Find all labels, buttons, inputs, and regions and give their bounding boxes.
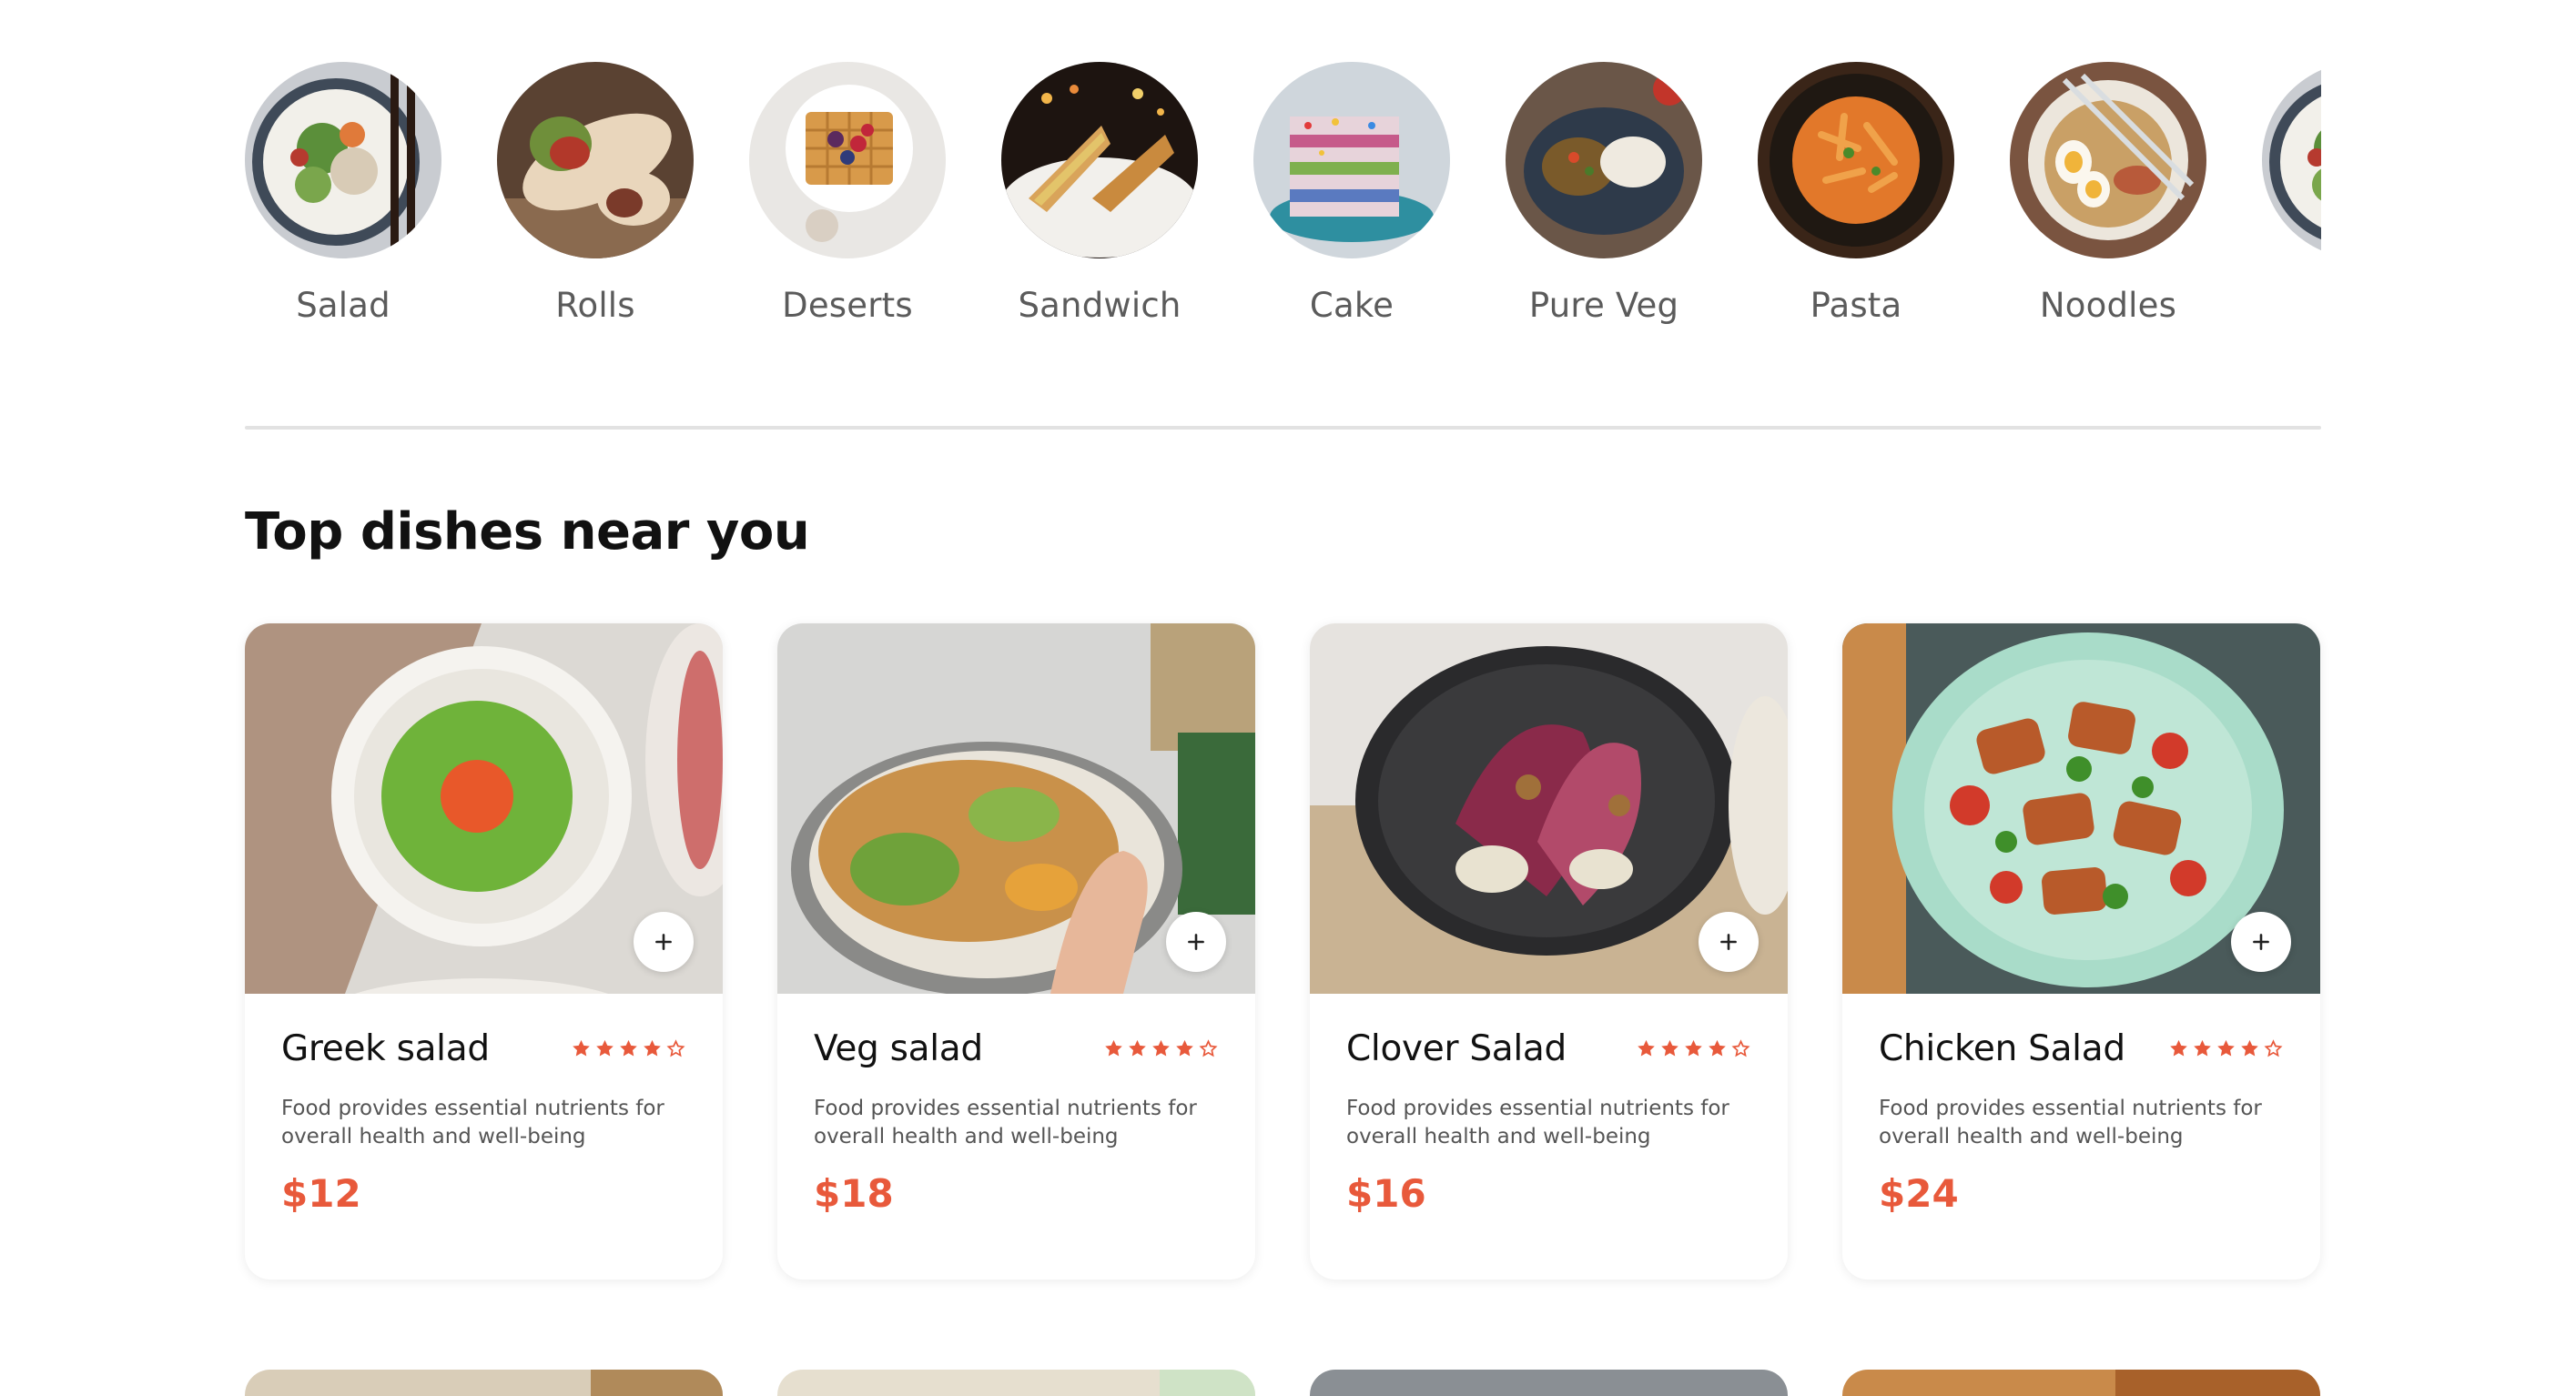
category-label: Rolls [555, 286, 635, 325]
add-to-cart-button[interactable] [634, 912, 694, 972]
star-filled-icon [1152, 1039, 1170, 1057]
greek-salad-image [245, 623, 723, 994]
category-cake[interactable]: Cake [1253, 62, 1450, 353]
category-pasta[interactable]: Pasta [1758, 62, 1954, 353]
category-label: Noodles [2039, 286, 2177, 325]
dish-description: Food provides essential nutrients for ov… [814, 1097, 1197, 1148]
star-filled-icon [1638, 1039, 1655, 1057]
dish-card-partial[interactable] [1310, 1370, 1788, 1396]
veg-plate-image [1506, 62, 1702, 258]
category-label: Sandwich [1018, 286, 1182, 325]
star-outline-icon [666, 1039, 685, 1057]
star-filled-icon [2217, 1039, 2235, 1057]
noodles-image [2010, 62, 2206, 258]
plus-icon [1188, 934, 1204, 950]
add-to-cart-button[interactable] [2231, 912, 2291, 972]
rating-stars [1636, 1038, 1751, 1059]
waffle-image [749, 62, 946, 258]
star-filled-icon [644, 1039, 661, 1057]
category-label: Pure Veg [1528, 286, 1679, 325]
star-filled-icon [1176, 1039, 1193, 1057]
star-filled-icon [596, 1039, 614, 1057]
dish-card-partial[interactable] [777, 1370, 1255, 1396]
sandwich-image [1001, 62, 1198, 258]
dish-price: $24 [1879, 1171, 1959, 1216]
dish-name: Clover Salad [1346, 1028, 1567, 1069]
category-label: Cake [1309, 286, 1394, 325]
plus-icon [1720, 934, 1737, 950]
dish-name: Chicken Salad [1879, 1028, 2125, 1069]
category-label: Salad [296, 286, 390, 325]
category-label: Pasta [1810, 286, 1902, 325]
category-strip[interactable]: Salad Rolls Deserts Sandwich Cake Pure V… [245, 62, 2321, 353]
category-noodles[interactable]: Noodles [2010, 62, 2206, 353]
category-label: Deserts [782, 286, 913, 325]
dish-name: Veg salad [814, 1028, 983, 1069]
star-filled-icon [1685, 1039, 1702, 1057]
category-sandwich[interactable]: Sandwich [1001, 62, 1198, 353]
dish-card[interactable]: Chicken Salad Food provides essential nu… [1842, 623, 2320, 1280]
star-filled-icon [2194, 1039, 2211, 1057]
add-to-cart-button[interactable] [1699, 912, 1759, 972]
category-rolls[interactable]: Rolls [497, 62, 694, 353]
category-partial[interactable]: S [2262, 62, 2321, 353]
star-filled-icon [1709, 1039, 1726, 1057]
dish-card-partial[interactable] [1842, 1370, 2320, 1396]
plus-icon [2253, 934, 2269, 950]
star-filled-icon [1661, 1039, 1678, 1057]
pasta-image [1758, 62, 1954, 258]
rating-stars [571, 1038, 686, 1059]
category-pure-veg[interactable]: Pure Veg [1506, 62, 1702, 353]
dish-description: Food provides essential nutrients for ov… [1879, 1097, 2262, 1148]
category-label: S [2262, 286, 2321, 325]
dish-name: Greek salad [281, 1028, 490, 1069]
star-filled-icon [2241, 1039, 2258, 1057]
dish-card[interactable]: Veg salad Food provides essential nutrie… [777, 623, 1255, 1280]
veg-salad-image [777, 623, 1255, 994]
clover-salad-image [1310, 623, 1788, 994]
dish-price: $16 [1346, 1171, 1426, 1216]
dish-card[interactable]: Clover Salad Food provides essential nut… [1310, 623, 1788, 1280]
star-filled-icon [573, 1039, 590, 1057]
divider [245, 426, 2321, 430]
dish-card-partial[interactable] [245, 1370, 723, 1396]
dish-price: $12 [281, 1171, 361, 1216]
next-dish-row [245, 1370, 2321, 1396]
star-filled-icon [1105, 1039, 1122, 1057]
category-salad[interactable]: Salad [245, 62, 441, 353]
plus-icon [655, 934, 672, 950]
star-filled-icon [1129, 1039, 1146, 1057]
rating-stars [2168, 1038, 2284, 1059]
cake-image [1253, 62, 1450, 258]
category-deserts[interactable]: Deserts [749, 62, 946, 353]
chicken-salad-image [1842, 623, 2320, 994]
salad-bowl-image [245, 62, 441, 258]
star-filled-icon [620, 1039, 637, 1057]
partial-category-image [2262, 62, 2321, 258]
star-filled-icon [2170, 1039, 2187, 1057]
star-outline-icon [2264, 1039, 2283, 1057]
section-title: Top dishes near you [245, 502, 810, 561]
dish-description: Food provides essential nutrients for ov… [1346, 1097, 1729, 1148]
dish-description: Food provides essential nutrients for ov… [281, 1097, 664, 1148]
dish-price: $18 [814, 1171, 894, 1216]
star-outline-icon [1731, 1039, 1750, 1057]
star-outline-icon [1199, 1039, 1218, 1057]
dish-card[interactable]: Greek salad Food provides essential nutr… [245, 623, 723, 1280]
add-to-cart-button[interactable] [1166, 912, 1226, 972]
rating-stars [1103, 1038, 1219, 1059]
rolls-image [497, 62, 694, 258]
